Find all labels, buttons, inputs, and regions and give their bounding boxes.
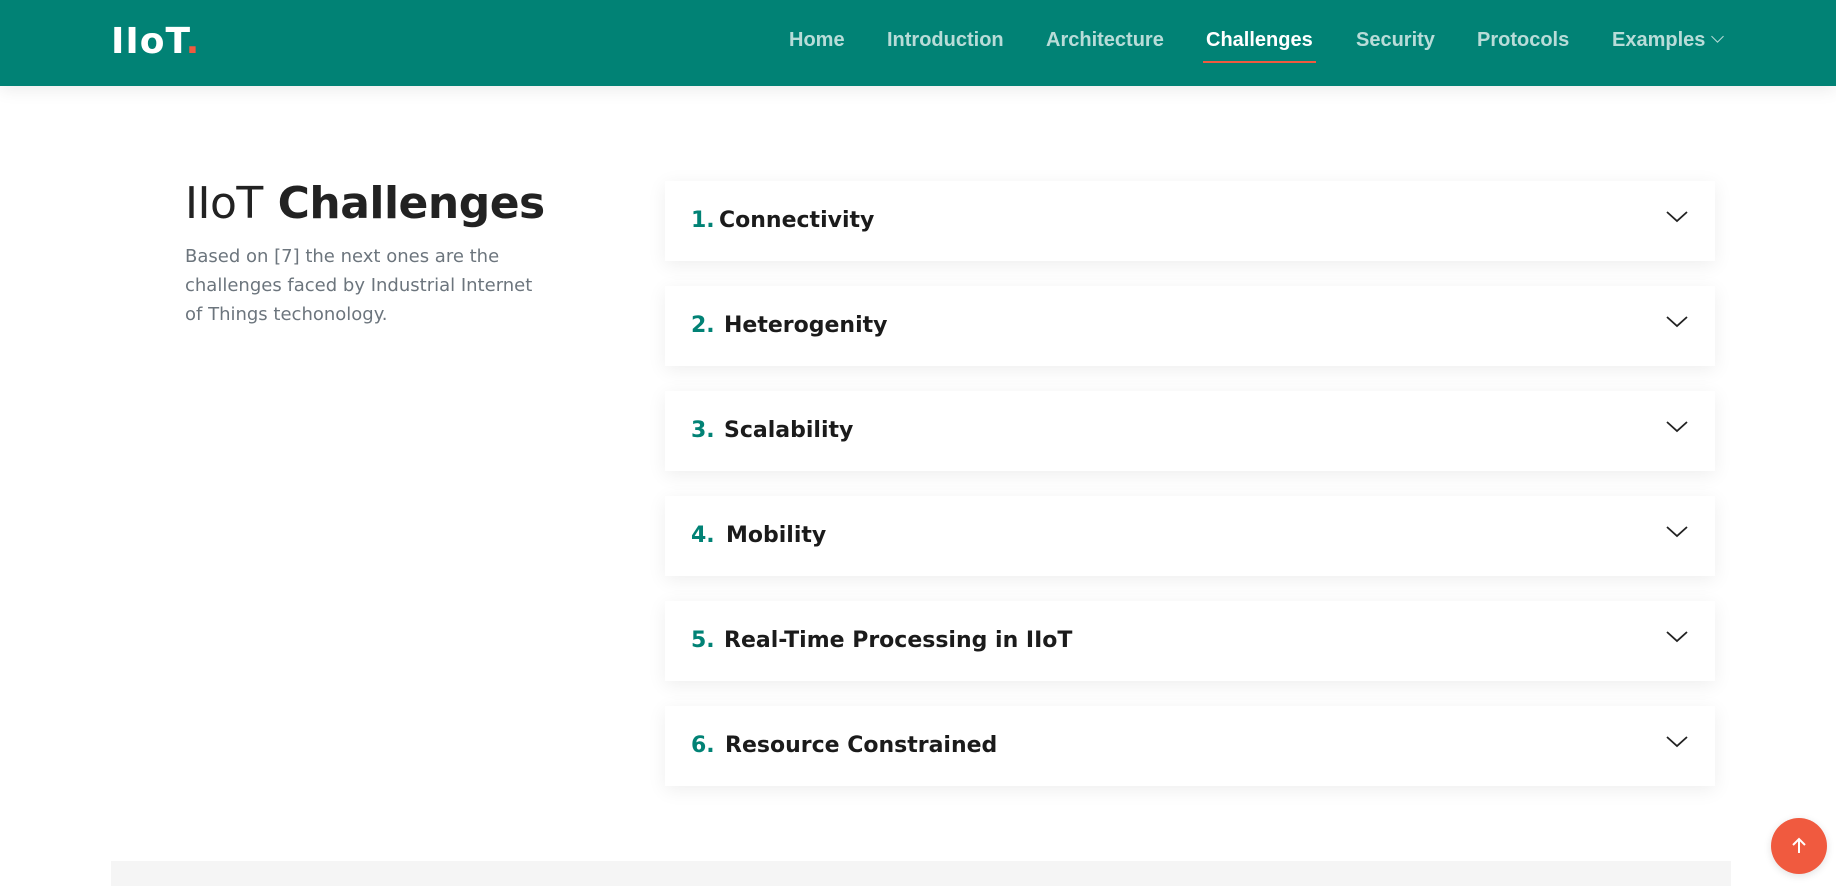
title-light: IIoT: [185, 178, 263, 229]
accordion-number: 3.: [691, 418, 715, 443]
accordion-number: 6.: [691, 733, 715, 758]
accordion-label: Scalability: [724, 418, 854, 443]
challenges-accordion: 1. Connectivity 2. Heterogenity 3. Scala…: [665, 181, 1715, 811]
accordion-label: Mobility: [726, 523, 827, 548]
accordion-label: Heterogenity: [724, 313, 888, 338]
nav-examples-label: Examples: [1612, 29, 1706, 51]
nav-protocols[interactable]: Protocols: [1477, 29, 1569, 57]
accordion-label: Real-Time Processing in IIoT: [724, 628, 1073, 653]
chevron-down-icon: [1666, 211, 1688, 223]
logo-text: IIoT: [111, 21, 186, 62]
chevron-down-icon: [1666, 736, 1688, 748]
section-title: IIoT Challenges: [185, 178, 545, 229]
title-bold: Challenges: [277, 178, 546, 229]
accordion-label: Resource Constrained: [725, 733, 998, 758]
nav-challenges[interactable]: Challenges: [1203, 29, 1316, 63]
chevron-down-icon: [1711, 30, 1725, 43]
chevron-down-icon: [1666, 631, 1688, 643]
accordion-item-resource-constrained[interactable]: 6. Resource Constrained: [665, 706, 1715, 786]
accordion-number: 5.: [691, 628, 715, 653]
accordion-item-real-time-processing[interactable]: 5. Real-Time Processing in IIoT: [665, 601, 1715, 681]
accordion-item-connectivity[interactable]: 1. Connectivity: [665, 181, 1715, 261]
nav-architecture[interactable]: Architecture: [1046, 29, 1164, 57]
accordion-number: 1.: [691, 208, 715, 233]
chevron-down-icon: [1666, 526, 1688, 538]
accordion-item-scalability[interactable]: 3. Scalability: [665, 391, 1715, 471]
section-description: Based on [7] the next ones are the chall…: [185, 246, 533, 325]
nav-examples[interactable]: Examples: [1612, 29, 1725, 57]
arrow-up-icon: [1792, 837, 1806, 853]
site-logo[interactable]: IIoT.: [111, 18, 200, 66]
nav-home[interactable]: Home: [789, 29, 845, 57]
accordion-label: Connectivity: [719, 208, 875, 233]
accordion-number: 4.: [691, 523, 715, 548]
accordion-number: 2.: [691, 313, 715, 338]
logo-dot: .: [185, 21, 201, 62]
next-section-strip: [111, 861, 1731, 886]
site-header: IIoT. Home Introduction Architecture Cha…: [0, 0, 1836, 86]
nav-introduction[interactable]: Introduction: [887, 29, 1004, 57]
chevron-down-icon: [1666, 421, 1688, 433]
accordion-item-heterogenity[interactable]: 2. Heterogenity: [665, 286, 1715, 366]
back-to-top-button[interactable]: [1771, 818, 1827, 874]
accordion-item-mobility[interactable]: 4. Mobility: [665, 496, 1715, 576]
nav-security[interactable]: Security: [1356, 29, 1435, 57]
chevron-down-icon: [1666, 316, 1688, 328]
